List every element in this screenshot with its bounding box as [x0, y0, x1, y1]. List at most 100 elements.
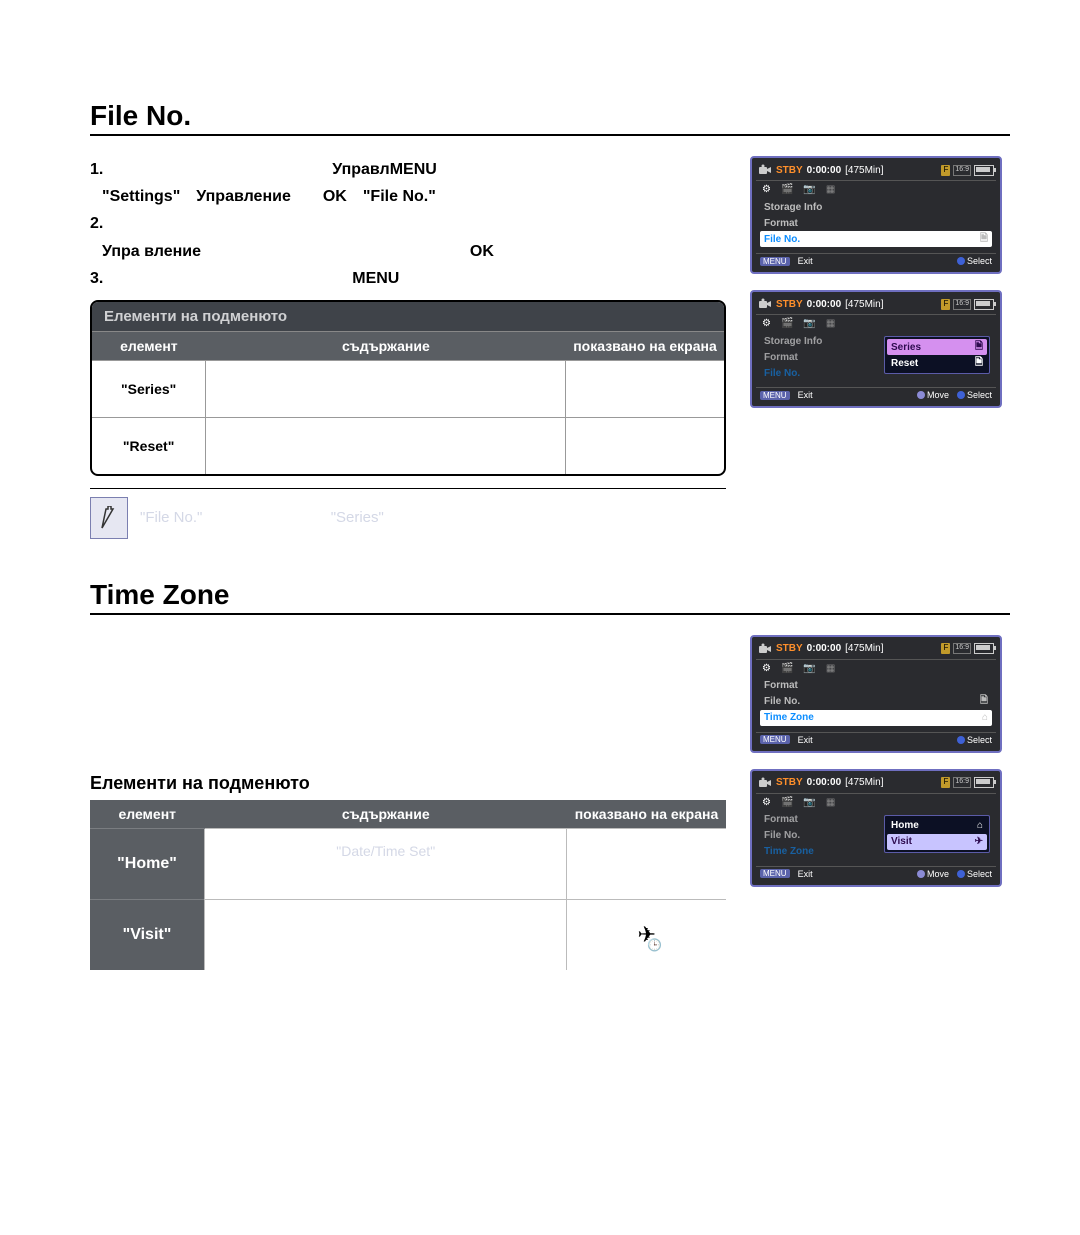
film-icon[interactable]: 🎬 [781, 797, 793, 808]
footer-exit[interactable]: Exit [798, 390, 813, 400]
move-dot-icon[interactable] [917, 870, 925, 878]
footer-exit[interactable]: Exit [798, 735, 813, 745]
cam-tab-bar[interactable]: ⚙ 🎬 📷 ▦ [756, 660, 996, 676]
submenu-header-content: съдържание [204, 800, 567, 829]
ok-dot-icon[interactable] [957, 257, 965, 265]
stby-label: STBY [776, 777, 803, 788]
cam-header: STBY 0:00:00 [475Min] F 16:9 [756, 162, 996, 181]
footer-exit[interactable]: Exit [798, 869, 813, 879]
submenu-box-file-no: Елементи на подменюто елемент съдържание… [90, 300, 726, 476]
battery-icon [974, 777, 994, 788]
grid-icon[interactable]: ▦ [826, 797, 835, 808]
menu-badge[interactable]: MENU [760, 391, 790, 400]
row-series: "Series" [92, 360, 206, 417]
gear-icon[interactable]: ⚙ [762, 184, 771, 195]
row-home-display [567, 828, 726, 899]
camera-screen-1: STBY 0:00:00 [475Min] F 16:9 ⚙ 🎬 📷 [750, 156, 1002, 274]
camera-screen-4: STBY 0:00:00 [475Min] F 16:9 ⚙ 🎬 📷 [750, 769, 1002, 887]
cam-min: [475Min] [845, 643, 883, 654]
gear-icon[interactable]: ⚙ [762, 318, 771, 329]
submenu-header-display: показвано на екрана [566, 331, 724, 360]
footer-move[interactable]: Move [927, 869, 949, 879]
footer-select[interactable]: Select [967, 390, 992, 400]
gear-icon[interactable]: ⚙ [762, 663, 771, 674]
row-series-display [566, 360, 724, 417]
camera-icon[interactable]: 📷 [803, 318, 815, 329]
ok-dot-icon[interactable] [957, 391, 965, 399]
film-icon[interactable]: 🎬 [781, 184, 793, 195]
row-home-sublabel: "Date/Time Set" [215, 843, 557, 859]
film-icon[interactable]: 🎬 [781, 663, 793, 674]
cam-sub-home[interactable]: Home⌂ [887, 818, 987, 834]
badge-16-9-icon: 16:9 [953, 165, 971, 176]
badge-f-icon: F [941, 299, 950, 310]
grid-icon[interactable]: ▦ [826, 318, 835, 329]
gear-icon[interactable]: ⚙ [762, 797, 771, 808]
note-text: "File No." "Series" [140, 509, 726, 526]
ok-dot-icon[interactable] [957, 736, 965, 744]
camcorder-icon [758, 777, 772, 789]
table-row: "Home" "Date/Time Set" [90, 828, 726, 899]
section-time-zone: Time Zone Елементи на подменюто елемент … [90, 579, 1010, 970]
note-file-no: "File No." [140, 509, 202, 526]
grid-icon[interactable]: ▦ [826, 184, 835, 195]
camera-icon[interactable]: 📷 [803, 797, 815, 808]
row-reset: "Reset" [92, 417, 206, 474]
airplane-icon: ✈ [975, 836, 983, 847]
row-visit: "Visit" [90, 899, 204, 970]
row-home-content: "Date/Time Set" [204, 828, 567, 899]
badge-16-9-icon: 16:9 [953, 643, 971, 654]
footer-select[interactable]: Select [967, 869, 992, 879]
step-1-sub: "Settings" Управление OK "File No." [90, 183, 726, 210]
camcorder-icon [758, 298, 772, 310]
step-1-num: 1. [90, 161, 103, 178]
menu-badge[interactable]: MENU [760, 869, 790, 878]
footer-select[interactable]: Select [967, 735, 992, 745]
cam-sub-visit[interactable]: Visit✈ [887, 834, 987, 850]
row-home: "Home" [90, 828, 204, 899]
cam-row-storage-info[interactable]: Storage Info [760, 199, 992, 215]
step-2-ok: OK [470, 243, 494, 260]
home-icon: ⌂ [977, 820, 983, 831]
doc-icon: 🗎 [980, 231, 988, 248]
cam-sub-reset[interactable]: Reset🗎 [887, 355, 987, 371]
grid-icon[interactable]: ▦ [826, 663, 835, 674]
cam-row-file-no[interactable]: File No.🗎 [760, 694, 992, 710]
step-1-text-b: MENU [390, 161, 437, 178]
footer-select[interactable]: Select [967, 256, 992, 266]
section-file-no: File No. 1. УправлMENU "Settings" Управл… [90, 100, 1010, 579]
camera-icon[interactable]: 📷 [803, 663, 815, 674]
stby-label: STBY [776, 299, 803, 310]
footer-exit[interactable]: Exit [798, 256, 813, 266]
cam-tab-bar[interactable]: ⚙ 🎬 📷 ▦ [756, 794, 996, 810]
ok-dot-icon[interactable] [957, 870, 965, 878]
camera-screen-3: STBY 0:00:00 [475Min] F 16:9 ⚙ 🎬 📷 [750, 635, 1002, 753]
submenu-title: Елементи на подменюто [92, 302, 724, 331]
cam-row-format[interactable]: Format [760, 215, 992, 231]
cam-min: [475Min] [845, 299, 883, 310]
move-dot-icon[interactable] [917, 391, 925, 399]
film-icon[interactable]: 🎬 [781, 318, 793, 329]
cam-tab-bar[interactable]: ⚙ 🎬 📷 ▦ [756, 315, 996, 331]
table-row: "Reset" [92, 417, 724, 474]
step-2-num: 2. [90, 215, 103, 232]
footer-move[interactable]: Move [927, 390, 949, 400]
step-2-text: Упра вление [102, 243, 201, 260]
airplane-clock-icon: ✈🕒 [638, 922, 656, 948]
row-visit-display: ✈🕒 [567, 899, 726, 970]
badge-16-9-icon: 16:9 [953, 299, 971, 310]
menu-badge[interactable]: MENU [760, 735, 790, 744]
home-icon: ⌂ [982, 712, 988, 723]
section-title: Time Zone [90, 579, 1010, 615]
menu-badge[interactable]: MENU [760, 257, 790, 266]
cam-row-time-zone[interactable]: Time Zone⌂ [760, 710, 992, 726]
cam-tab-bar[interactable]: ⚙ 🎬 📷 ▦ [756, 181, 996, 197]
cam-row-file-no[interactable]: File No.🗎 [760, 231, 992, 247]
cam-submenu: Home⌂ Visit✈ [884, 815, 990, 853]
cam-sub-series[interactable]: Series🗎 [887, 339, 987, 355]
badge-16-9-icon: 16:9 [953, 777, 971, 788]
cam-row-format[interactable]: Format [760, 678, 992, 694]
camera-icon[interactable]: 📷 [803, 184, 815, 195]
cam-time: 0:00:00 [807, 777, 841, 788]
note-series: "Series" [331, 509, 384, 526]
